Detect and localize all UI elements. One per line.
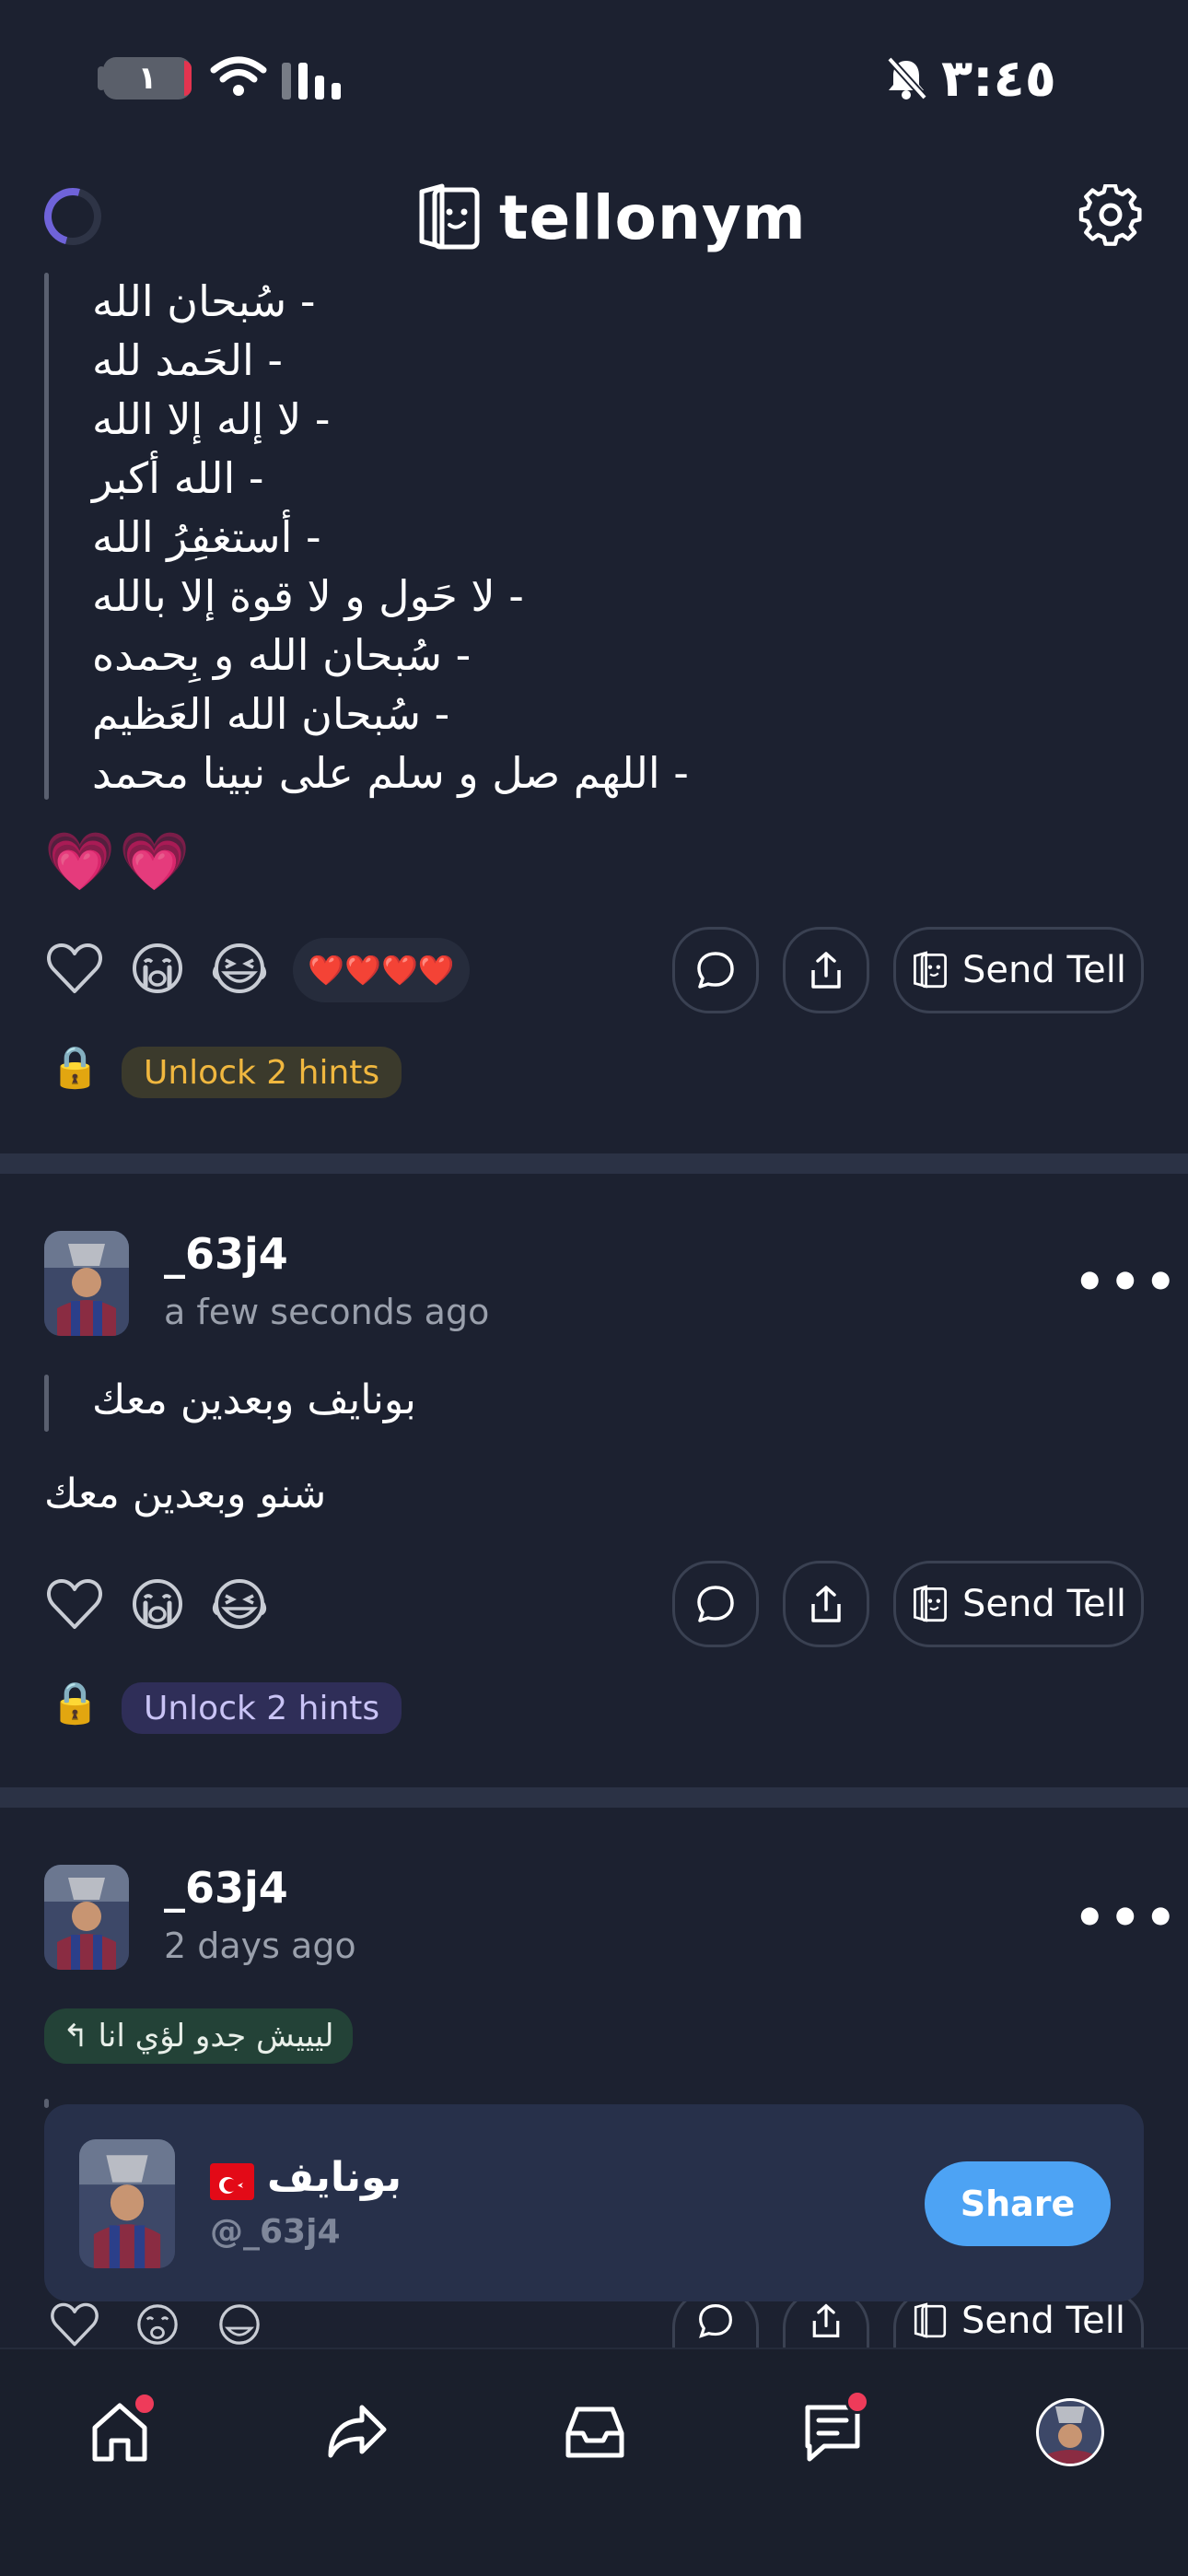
nav-inbox[interactable] xyxy=(549,2386,641,2478)
clock-time: ٣:٤٥ xyxy=(941,48,1056,109)
comment-icon xyxy=(697,1586,734,1622)
lock-icon: 🔒 xyxy=(50,1044,100,1091)
quote-line: لا إله إلا الله - xyxy=(92,394,331,444)
quote-line: سُبحان الله - xyxy=(92,276,316,326)
heart-icon[interactable] xyxy=(46,2301,103,2348)
username[interactable]: _63j4 xyxy=(164,1863,288,1913)
nav-home[interactable] xyxy=(74,2386,166,2478)
unlock-hints-label: Unlock 2 hints xyxy=(144,1053,380,1092)
battery-indicator: ١ xyxy=(103,57,192,100)
share-handle: @_63j4 xyxy=(210,2213,341,2251)
share-button[interactable] xyxy=(783,1561,869,1647)
inbox-icon xyxy=(565,2406,624,2458)
bottom-nav xyxy=(0,2348,1188,2576)
status-clock: ٣:٤٥ xyxy=(884,48,1098,109)
status-bar: ١ ٣:٤٥ xyxy=(0,0,1188,157)
tellonym-logo-icon xyxy=(914,951,947,989)
more-options-icon[interactable]: ••• xyxy=(1074,1889,1181,1947)
send-tell-label: Send Tell xyxy=(962,949,1126,991)
share-display-name: بونايف xyxy=(210,2154,402,2201)
tellonym-logo: tellonym xyxy=(414,181,807,254)
notification-badge xyxy=(133,2392,157,2416)
battery-low-marker xyxy=(184,61,192,96)
comment-icon xyxy=(699,2303,732,2338)
nav-profile[interactable] xyxy=(1024,2386,1116,2478)
profile-avatar-icon xyxy=(1036,2398,1104,2466)
tellonym-logo-icon xyxy=(914,2301,947,2338)
post-time: 2 days ago xyxy=(164,1926,356,1966)
share-profile-card: بونايف @_63j4 Share xyxy=(44,2104,1144,2301)
laughing-face-icon[interactable] xyxy=(212,940,267,997)
quote-line: الله أكبر - xyxy=(92,453,264,503)
share-icon xyxy=(812,2303,840,2337)
crying-face-icon[interactable] xyxy=(131,940,184,997)
tellonym-logo-icon xyxy=(419,183,480,250)
reply-arrow-icon: ↰ xyxy=(63,2018,89,2055)
share-button[interactable] xyxy=(783,927,869,1013)
username[interactable]: _63j4 xyxy=(164,1229,288,1279)
quote-bar xyxy=(44,273,49,800)
gear-icon[interactable] xyxy=(1077,184,1144,251)
bell-slash-icon xyxy=(887,56,927,100)
comment-button[interactable] xyxy=(672,927,759,1013)
quote-bar xyxy=(44,2099,49,2108)
post-divider xyxy=(0,1153,1188,1174)
avatar-image xyxy=(79,2139,175,2268)
avatar[interactable] xyxy=(44,1865,129,1970)
more-options-icon[interactable]: ••• xyxy=(1074,1253,1181,1311)
send-tell-button[interactable]: Send Tell xyxy=(893,927,1144,1013)
share-name-text: بونايف xyxy=(267,2154,402,2201)
quote-line: اللهم صل و سلم على نبينا محمد - xyxy=(92,748,689,798)
share-icon xyxy=(811,952,841,989)
quote-line: سُبحان الله و بِحمده - xyxy=(92,630,472,680)
loading-spinner xyxy=(33,177,112,256)
nav-chats[interactable] xyxy=(786,2386,879,2478)
answer-text: 💗💗 xyxy=(44,827,194,895)
crying-face-icon[interactable] xyxy=(131,2301,184,2348)
share-icon xyxy=(811,1586,841,1622)
avatar-image xyxy=(44,1865,129,1970)
avatar-image xyxy=(44,1231,129,1336)
unlock-hints-button[interactable]: Unlock 2 hints xyxy=(122,1682,402,1734)
avatar[interactable] xyxy=(44,1231,129,1336)
nav-share[interactable] xyxy=(311,2386,403,2478)
notification-badge xyxy=(845,2390,869,2414)
reactions-summary[interactable]: ❤️❤️❤️❤️ xyxy=(293,938,470,1002)
logo-text: tellonym xyxy=(499,181,807,253)
crying-face-icon[interactable] xyxy=(131,1575,184,1633)
send-tell-button[interactable]: Send Tell xyxy=(893,1561,1144,1647)
tellonym-logo-icon xyxy=(914,1585,947,1622)
share-profile-button[interactable]: Share xyxy=(925,2161,1111,2246)
comment-button[interactable] xyxy=(672,1561,759,1647)
quote-line: سُبحان الله العَظيم - xyxy=(92,689,450,739)
quote-text: سُبحان الله - الحَمد لله - لا إله إلا ال… xyxy=(92,272,921,802)
comment-icon xyxy=(697,952,734,989)
laughing-face-icon[interactable] xyxy=(212,1575,267,1633)
lock-icon: 🔒 xyxy=(50,1680,100,1727)
reply-chip[interactable]: ↰ ليييش جدو لؤي انا xyxy=(44,2008,353,2064)
send-tell-label: Send Tell xyxy=(962,1583,1126,1625)
heart-icon[interactable] xyxy=(46,1577,103,1631)
quote-line: لا حَول و لا قوة إلا بالله - xyxy=(92,571,524,621)
share-arrow-icon xyxy=(328,2405,387,2458)
post-time: a few seconds ago xyxy=(164,1292,490,1332)
battery-level: ١ xyxy=(137,60,157,97)
quote-bar xyxy=(44,1375,49,1432)
quote-line: أستغفِرُ الله - xyxy=(92,512,321,562)
answer-text: شنو وبعدين معك xyxy=(44,1470,327,1517)
avatar xyxy=(79,2139,175,2268)
laughing-face-icon[interactable] xyxy=(212,2301,267,2348)
question-text: بونايف وبعدين معك xyxy=(92,1376,416,1423)
cellular-signal-icon xyxy=(282,61,341,100)
post-divider xyxy=(0,1787,1188,1808)
wifi-icon xyxy=(210,56,267,96)
quote-line: الحَمد لله - xyxy=(92,335,283,385)
turkey-flag-icon xyxy=(210,2162,254,2200)
reply-chip-text: ليييش جدو لؤي انا xyxy=(98,2018,334,2055)
unlock-hints-button[interactable]: Unlock 2 hints xyxy=(122,1047,402,1098)
unlock-hints-label: Unlock 2 hints xyxy=(144,1689,380,1727)
send-tell-label: Send Tell xyxy=(961,2299,1125,2342)
heart-icon[interactable] xyxy=(46,942,103,995)
